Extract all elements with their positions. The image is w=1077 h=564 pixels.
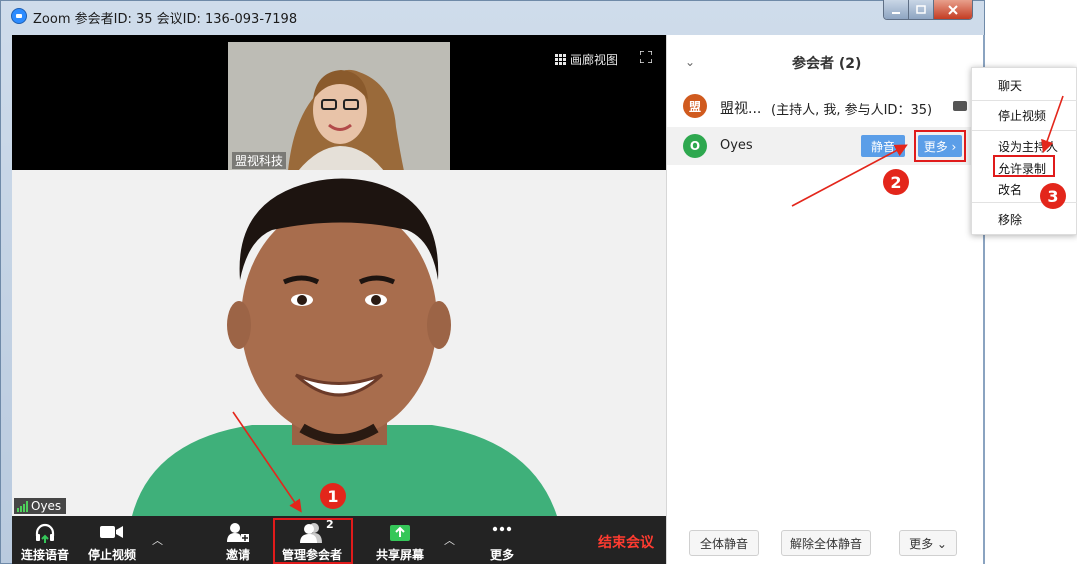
video-camera-icon <box>100 526 123 538</box>
step-badge-3: 3 <box>1040 183 1066 209</box>
join-audio-button[interactable]: 连接语音 <box>12 516 78 564</box>
maximize-button[interactable] <box>909 0 934 19</box>
video-area: 盟视科技 画廊视图 Oyes <box>12 35 666 516</box>
thumbnail-name: 盟视科技 <box>232 152 287 169</box>
zoom-logo-icon <box>11 8 27 24</box>
window-title: Zoom 参会者ID: 35 会议ID: 136-093-7198 <box>33 12 298 27</box>
more-button[interactable]: 更多 <box>482 516 522 564</box>
share-screen-button[interactable]: 共享屏幕 <box>370 516 430 564</box>
thumbnail-video[interactable]: 盟视科技 <box>228 42 450 171</box>
share-screen-label: 共享屏幕 <box>375 548 424 562</box>
end-meeting-button[interactable]: 结束会议 <box>598 532 654 552</box>
context-menu: 聊天 停止视频 设为主持人 允许录制 改名 移除 <box>971 67 1077 235</box>
panel-title: 参会者 (2) <box>792 56 862 72</box>
zoom-screenshot: Zoom 参会者ID: 35 会议ID: 136-093-7198 盟视科技 画… <box>0 0 1077 564</box>
participants-panel: ⌄ 参会者 (2) 盟 盟视... (主持人, 我, 参与人ID：35) O O… <box>666 35 984 564</box>
more-label: 更多 <box>489 548 514 562</box>
fullscreen-icon[interactable] <box>640 51 652 63</box>
gallery-view-button[interactable]: 画廊视图 <box>554 51 618 68</box>
minimize-icon <box>892 11 901 14</box>
menu-item-make-host[interactable]: 设为主持人 <box>998 138 1058 155</box>
share-options-caret-icon[interactable]: ︿ <box>444 532 455 548</box>
headphones-icon <box>35 523 55 543</box>
participant-row[interactable]: 盟 盟视... (主持人, 我, 参与人ID：35) <box>667 87 984 125</box>
gallery-view-label: 画廊视图 <box>569 53 618 67</box>
step-badge-2: 2 <box>883 169 909 195</box>
participant-meta: (主持人, 我, 参与人ID：35) <box>771 103 933 118</box>
menu-divider <box>972 130 1077 131</box>
menu-item-chat[interactable]: 聊天 <box>998 77 1022 94</box>
video-options-caret-icon[interactable]: ︿ <box>152 532 163 548</box>
signal-strength-icon <box>17 500 28 512</box>
close-button[interactable] <box>933 0 972 19</box>
share-screen-icon <box>390 525 410 541</box>
highlight-manage-participants <box>273 518 353 564</box>
close-icon <box>948 4 958 15</box>
unmute-all-button[interactable]: 解除全体静音 <box>781 530 871 556</box>
participant-name: Oyes <box>720 138 753 153</box>
more-dots-icon <box>492 526 512 532</box>
title-bar: Zoom 参会者ID: 35 会议ID: 136-093-7198 <box>0 0 983 34</box>
avatar: 盟 <box>683 94 707 118</box>
male-speaker-image <box>12 170 666 516</box>
menu-item-remove[interactable]: 移除 <box>998 211 1022 228</box>
grid-icon <box>554 54 566 65</box>
panel-more-button[interactable]: 更多 ⌄ <box>899 530 957 556</box>
invite-label: 邀请 <box>225 548 250 562</box>
join-audio-label: 连接语音 <box>20 548 69 562</box>
highlight-more-button <box>914 130 966 162</box>
menu-item-stop-video[interactable]: 停止视频 <box>998 107 1046 124</box>
step-badge-1: 1 <box>320 483 346 509</box>
minimize-button[interactable] <box>884 0 910 19</box>
invite-button[interactable]: 邀请 <box>218 516 258 564</box>
stop-video-label: 停止视频 <box>87 548 136 562</box>
menu-divider <box>972 100 1077 101</box>
mute-all-button[interactable]: 全体静音 <box>689 530 759 556</box>
chevron-down-icon[interactable]: ⌄ <box>685 55 695 69</box>
maximize-icon <box>916 4 926 14</box>
main-speaker-video: Oyes <box>12 170 666 516</box>
avatar: O <box>683 134 707 158</box>
menu-item-rename[interactable]: 改名 <box>998 181 1022 198</box>
speaker-name-tag: Oyes <box>14 498 67 514</box>
highlight-allow-record <box>993 155 1055 177</box>
mute-button[interactable]: 静音 <box>861 135 905 157</box>
invite-user-icon <box>227 523 249 542</box>
speaker-name: Oyes <box>31 499 62 513</box>
participant-name: 盟视... <box>720 101 762 117</box>
camera-status-icon <box>953 101 967 111</box>
panel-header: ⌄ 参会者 (2) <box>667 35 984 87</box>
stop-video-button[interactable]: 停止视频 <box>81 516 143 564</box>
window-controls <box>883 0 973 20</box>
